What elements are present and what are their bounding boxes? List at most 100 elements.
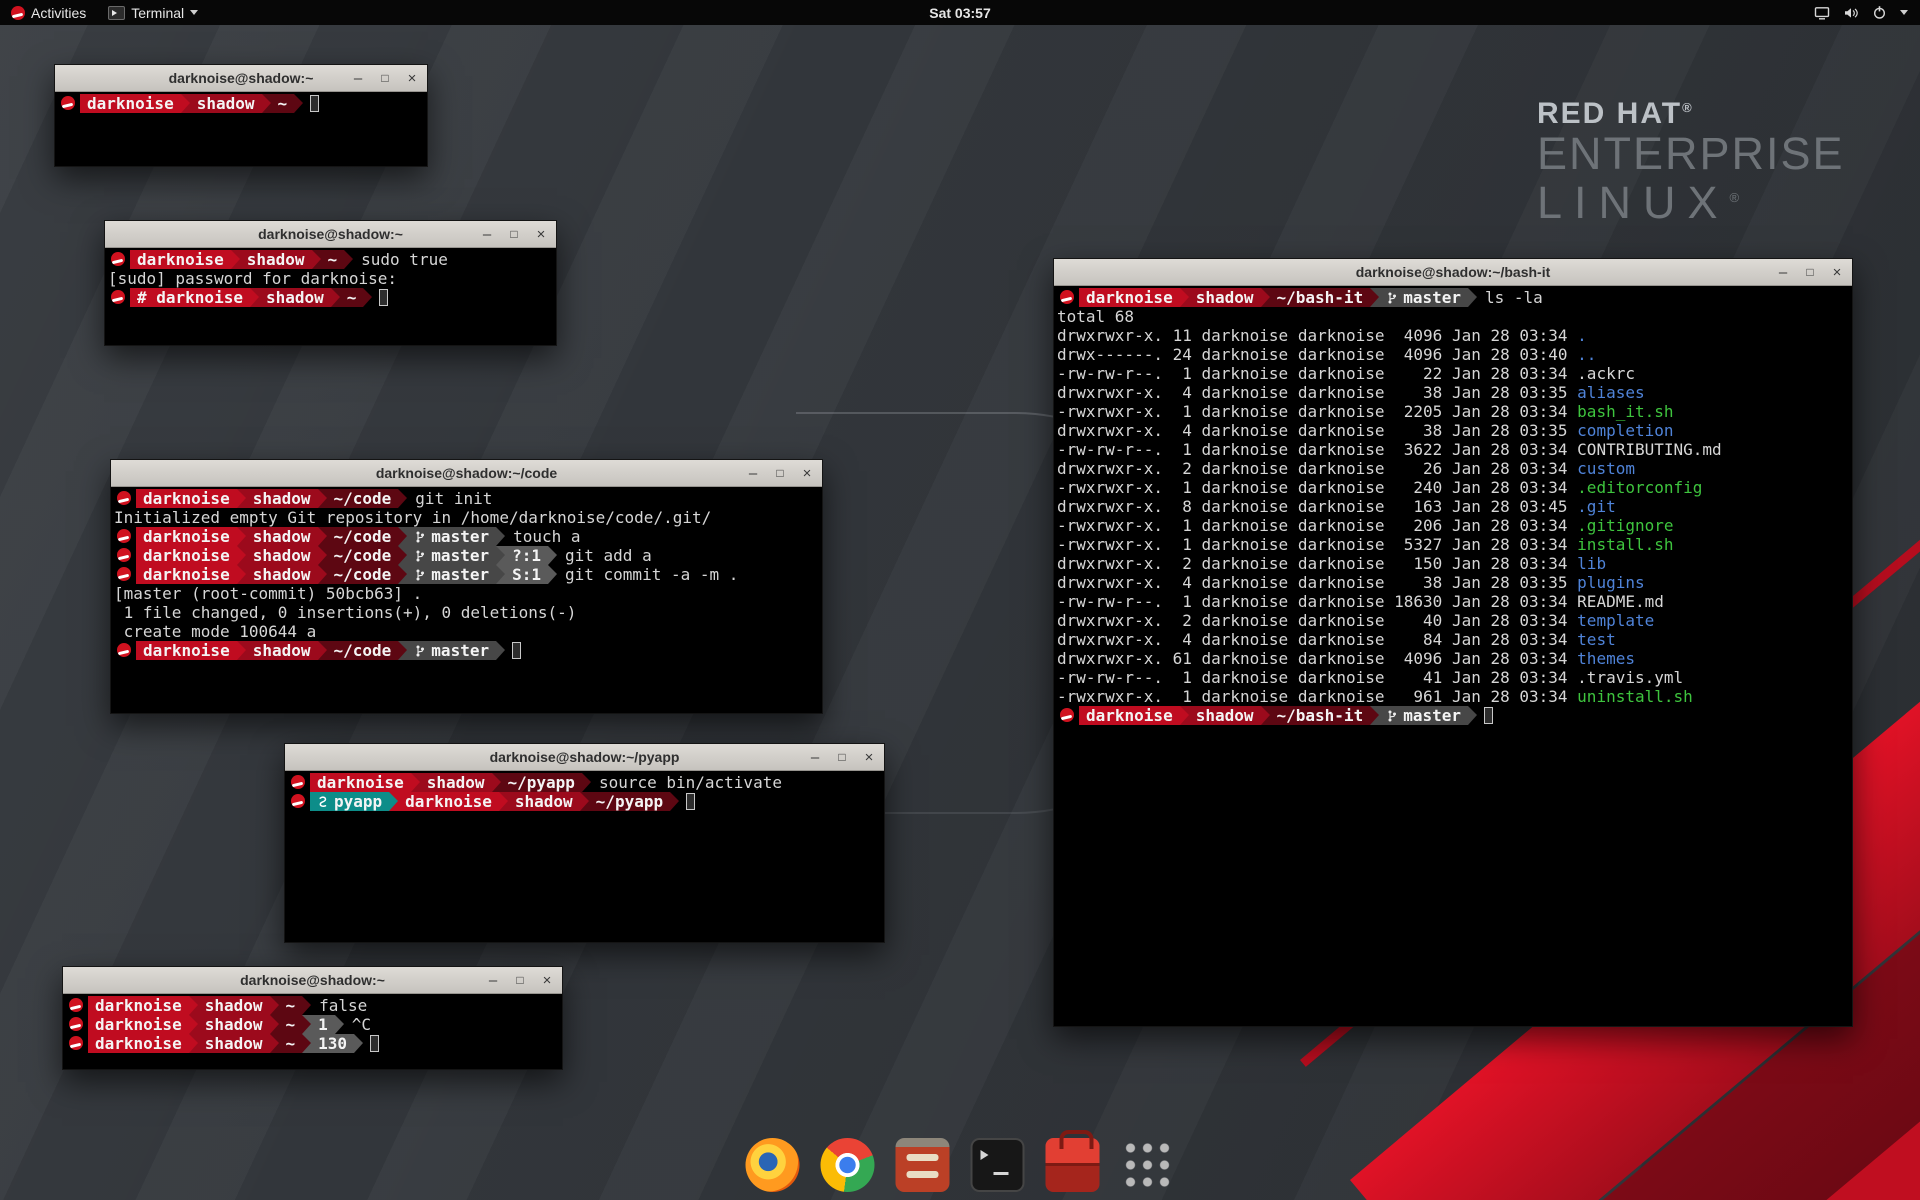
terminal-content[interactable]: darknoiseshadow~/bash-itmasterls -latota… <box>1054 286 1852 1026</box>
window-title: darknoise@shadow:~ <box>258 226 403 242</box>
prompt-segment-path: ~/code <box>327 641 399 660</box>
terminal-line: -rwxrwxr-x. 1 darknoise darknoise 961 Ja… <box>1057 687 1852 706</box>
terminal-window-code[interactable]: darknoise@shadow:~/code –□ × darknoiseshado… <box>110 459 823 714</box>
prompt-segment-host: shadow <box>246 565 318 584</box>
terminal-cursor <box>1484 707 1493 724</box>
prompt-segment-path: ~ <box>271 94 295 113</box>
dock-toolbox[interactable] <box>1042 1134 1104 1196</box>
terminal-cursor <box>370 1035 379 1052</box>
window-title: darknoise@shadow:~ <box>240 972 385 988</box>
terminal-line: darknoiseshadow~/codegit init <box>114 489 822 508</box>
output-text: .git <box>1577 497 1616 516</box>
window-titlebar[interactable]: darknoise@shadow:~/pyapp–□× <box>285 744 884 771</box>
powerline-arrow <box>318 546 327 565</box>
terminal-line: drwxrwxr-x. 4 darknoise darknoise 38 Jan… <box>1057 421 1852 440</box>
redhat-icon <box>117 567 131 581</box>
terminal-line: darknoiseshadow~/pyappsource bin/activat… <box>288 773 884 792</box>
maximize-button[interactable]: □ <box>510 974 530 986</box>
chrome-icon <box>821 1138 875 1192</box>
output-text: -rwxrwxr-x. 1 darknoise darknoise 206 Ja… <box>1057 516 1577 535</box>
window-titlebar[interactable]: darknoise@shadow:~ –□ × <box>105 221 556 248</box>
output-text: .. <box>1577 345 1596 364</box>
close-button[interactable]: × <box>402 71 422 86</box>
prompt-segment-host: shadow <box>190 94 262 113</box>
redhat-icon <box>11 6 25 20</box>
dock-files[interactable] <box>892 1134 954 1196</box>
minimize-button[interactable]: – <box>483 973 503 988</box>
redhat-icon <box>117 491 131 505</box>
minimize-button[interactable]: – <box>743 466 763 481</box>
powerline-arrow <box>1370 706 1379 725</box>
terminal-line: drwx------. 24 darknoise darknoise 4096 … <box>1057 345 1852 364</box>
output-text: drwxrwxr-x. 61 darknoise darknoise 4096 … <box>1057 649 1577 668</box>
window-titlebar[interactable]: darknoise@shadow:~/bash-it–□× <box>1054 259 1852 286</box>
window-titlebar[interactable]: darknoise@shadow:~ –□ × <box>63 967 562 994</box>
maximize-button[interactable]: □ <box>1800 266 1820 278</box>
minimize-button[interactable]: – <box>805 750 825 765</box>
output-text: -rwxrwxr-x. 1 darknoise darknoise 961 Ja… <box>1057 687 1577 706</box>
terminal-window-bash-it[interactable]: darknoise@shadow:~/bash-it–□×darknoisesh… <box>1053 258 1853 1027</box>
dock-app-grid[interactable] <box>1117 1134 1179 1196</box>
close-button[interactable]: × <box>537 973 557 988</box>
terminal-line: drwxrwxr-x. 4 darknoise darknoise 38 Jan… <box>1057 383 1852 402</box>
powerline-arrow <box>181 94 190 113</box>
close-button[interactable]: × <box>1827 265 1847 280</box>
window-title: darknoise@shadow:~/code <box>376 465 557 481</box>
system-status-area[interactable] <box>1814 0 1920 25</box>
terminal-line: darknoiseshadow~/codemaster <box>114 641 822 660</box>
close-button[interactable]: × <box>859 750 879 765</box>
terminal-content[interactable]: darknoiseshadow~/codegit initInitialized… <box>111 487 822 713</box>
close-button[interactable]: × <box>797 466 817 481</box>
maximize-button[interactable]: □ <box>770 467 790 479</box>
prompt-segment-host: shadow <box>240 250 312 269</box>
dock-firefox[interactable] <box>742 1134 804 1196</box>
close-button[interactable]: × <box>531 227 551 242</box>
terminal-window-sudo[interactable]: darknoise@shadow:~ –□ × darknoiseshadow~sud… <box>104 220 557 346</box>
activities-button[interactable]: Activities <box>0 0 97 25</box>
prompt-segment-user: # darknoise <box>130 288 250 307</box>
output-text: lib <box>1577 554 1606 573</box>
minimize-button[interactable]: – <box>348 71 368 86</box>
window-titlebar[interactable]: darknoise@shadow:~–□× <box>55 65 427 92</box>
minimize-button[interactable]: – <box>1773 265 1793 280</box>
files-icon <box>896 1138 950 1192</box>
dock-chrome[interactable] <box>817 1134 879 1196</box>
powerline-arrow <box>1261 288 1270 307</box>
terminal-line: darknoiseshadow~/codemastertouch a <box>114 527 822 546</box>
minimize-button[interactable]: – <box>477 227 497 242</box>
terminal-content[interactable]: darknoiseshadow~/pyappsource bin/activat… <box>285 771 884 942</box>
maximize-button[interactable]: □ <box>832 751 852 763</box>
powerline-arrow <box>411 773 420 792</box>
redhat-icon <box>1060 708 1074 722</box>
powerline-arrow <box>548 546 557 565</box>
redhat-icon <box>61 96 75 110</box>
maximize-button[interactable]: □ <box>504 228 524 240</box>
prompt-segment-user: darknoise <box>88 1034 189 1053</box>
terminal-line: [sudo] password for darknoise: <box>108 269 556 288</box>
powerline-arrow <box>231 250 240 269</box>
prompt-segment-path: ~/code <box>327 546 399 565</box>
dock-terminal[interactable] <box>967 1134 1029 1196</box>
terminal-cursor <box>512 642 521 659</box>
powerline-arrow <box>389 792 398 811</box>
window-titlebar[interactable]: darknoise@shadow:~/code –□ × <box>111 460 822 487</box>
clock[interactable]: Sat 03:57 <box>929 5 990 21</box>
output-text: -rw-rw-r--. 1 darknoise darknoise 22 Jan… <box>1057 364 1577 383</box>
app-menu-terminal[interactable]: Terminal <box>97 0 209 25</box>
powerline-arrow <box>302 1015 311 1034</box>
terminal-content[interactable]: darknoiseshadow~falsedarknoiseshadow~1^C… <box>63 994 562 1069</box>
command-text: git add a <box>557 546 652 565</box>
terminal-content[interactable]: darknoiseshadow~sudo true[sudo] password… <box>105 248 556 345</box>
redhat-icon <box>117 643 131 657</box>
terminal-window-pyapp[interactable]: darknoise@shadow:~/pyapp–□×darknoiseshad… <box>284 743 885 943</box>
terminal-window-home-a[interactable]: darknoise@shadow:~–□×darknoiseshadow~ <box>54 64 428 167</box>
output-text: drwx------. 24 darknoise darknoise 4096 … <box>1057 345 1577 364</box>
terminal-content[interactable]: darknoiseshadow~ <box>55 92 427 166</box>
terminal-line: drwxrwxr-x. 2 darknoise darknoise 150 Ja… <box>1057 554 1852 573</box>
output-text: CONTRIBUTING.md <box>1577 440 1722 459</box>
terminal-window-exitcodes[interactable]: darknoise@shadow:~ –□ × darknoiseshadow~fal… <box>62 966 563 1070</box>
output-text: create mode 100644 a <box>114 622 316 641</box>
maximize-button[interactable]: □ <box>375 72 395 84</box>
output-text: .gitignore <box>1577 516 1673 535</box>
prompt-segment-path: ~ <box>279 1015 303 1034</box>
